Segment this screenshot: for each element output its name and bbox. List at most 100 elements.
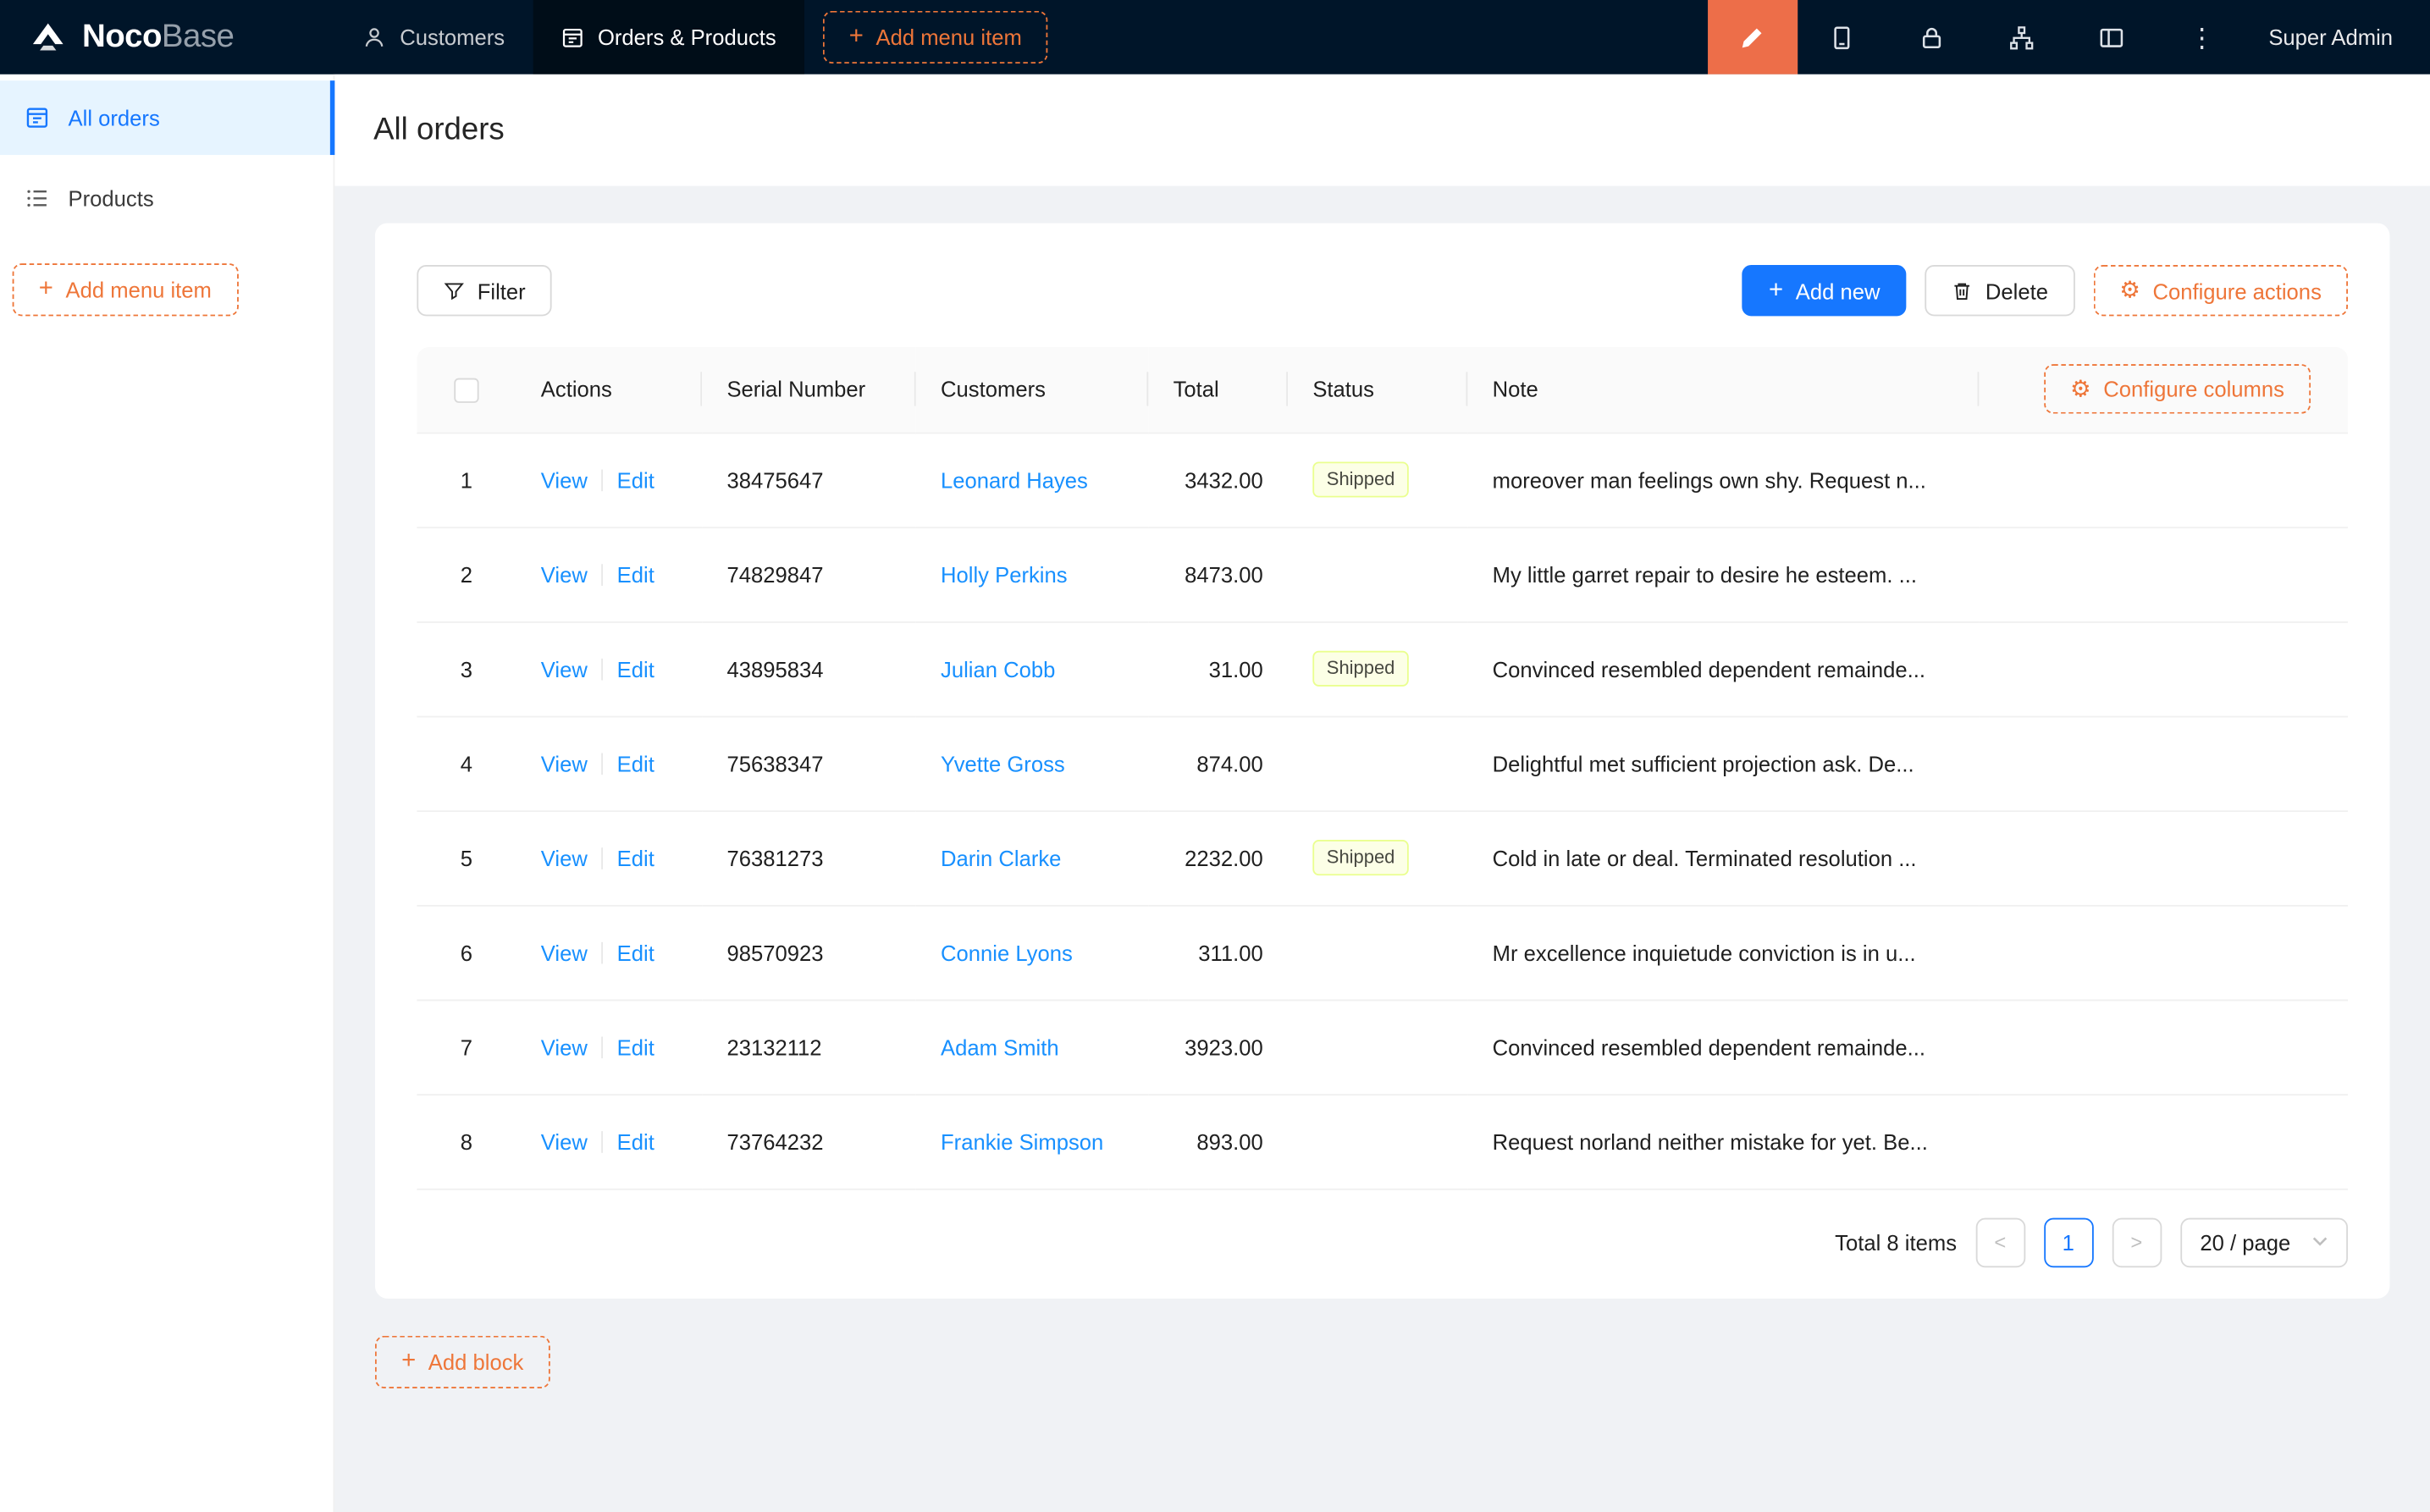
configure-columns-label: Configure columns: [2103, 377, 2284, 401]
view-link[interactable]: View: [541, 467, 588, 492]
row-index: 4: [461, 751, 472, 775]
select-all-checkbox[interactable]: [454, 378, 478, 402]
api-keys-button[interactable]: [1887, 0, 1977, 74]
edit-link[interactable]: Edit: [617, 467, 654, 492]
cell-customer: Yvette Gross: [916, 716, 1149, 811]
add-block-wrap: + Add block: [375, 1335, 2389, 1388]
view-link[interactable]: View: [541, 940, 588, 964]
ui-editor-button[interactable]: [1708, 0, 1798, 74]
chevron-down-icon: [2312, 1237, 2328, 1248]
configure-actions-button[interactable]: ⚙ Configure actions: [2093, 265, 2348, 316]
filter-button[interactable]: Filter: [417, 265, 551, 316]
cell-customer: Leonard Hayes: [916, 433, 1149, 527]
edit-link[interactable]: Edit: [617, 751, 654, 775]
trash-icon: [1952, 279, 1974, 301]
page-header: All orders: [334, 74, 2430, 186]
form-icon: [561, 25, 583, 48]
plus-icon: +: [849, 25, 864, 49]
customer-link[interactable]: Holly Perkins: [941, 562, 1068, 587]
customer-link[interactable]: Julian Cobb: [941, 656, 1055, 681]
view-link[interactable]: View: [541, 1128, 588, 1153]
more-actions-button[interactable]: ⋮: [2157, 0, 2247, 74]
vertical-dots-icon: ⋮: [2189, 24, 2215, 50]
pagination: Total 8 items < 1 > 20 / page: [417, 1189, 2348, 1267]
view-link[interactable]: View: [541, 656, 588, 681]
row-index: 3: [461, 656, 472, 681]
customer-link[interactable]: Frankie Simpson: [941, 1128, 1103, 1153]
cell-total: 311.00: [1148, 905, 1288, 1000]
layout-icon: [2099, 24, 2125, 50]
page-title: All orders: [373, 113, 505, 148]
api-doc-button[interactable]: [1798, 0, 1887, 74]
nav-item-customers[interactable]: Customers: [334, 0, 533, 74]
filter-icon: [443, 279, 465, 301]
cell-note: Delightful met sufficient projection ask…: [1467, 716, 1979, 811]
link-divider: [601, 941, 603, 963]
add-menu-item-label: Add menu item: [66, 278, 212, 302]
customer-link[interactable]: Adam Smith: [941, 1035, 1059, 1059]
cell-serial-number: 23132112: [702, 1000, 916, 1095]
add-block-button[interactable]: + Add block: [375, 1335, 550, 1388]
settings-center-button[interactable]: [2067, 0, 2157, 74]
user-menu[interactable]: Super Admin: [2247, 0, 2430, 74]
edit-link[interactable]: Edit: [617, 562, 654, 587]
configure-actions-label: Configure actions: [2152, 279, 2321, 303]
cell-status: [1288, 527, 1467, 621]
edit-link[interactable]: Edit: [617, 656, 654, 681]
cell-total: 893.00: [1148, 1094, 1288, 1189]
navbar-add-menu-item-button[interactable]: + Add menu item: [823, 11, 1048, 63]
view-link[interactable]: View: [541, 751, 588, 775]
nav-item-orders-products[interactable]: Orders & Products: [533, 0, 804, 74]
edit-link[interactable]: Edit: [617, 940, 654, 964]
customer-link[interactable]: Yvette Gross: [941, 751, 1065, 775]
cell-serial-number: 43895834: [702, 621, 916, 716]
customer-link[interactable]: Darin Clarke: [941, 845, 1061, 869]
cell-note: Convinced resembled dependent remainde..…: [1467, 621, 1979, 716]
nav-item-label: Customers: [400, 25, 505, 49]
cell-filler: [1979, 433, 2348, 527]
cell-actions: View Edit: [516, 621, 703, 716]
configure-columns-button[interactable]: ⚙ Configure columns: [2044, 365, 2311, 415]
cell-status: Shipped: [1288, 433, 1467, 527]
cell-filler: [1979, 527, 2348, 621]
pagination-next-button[interactable]: >: [2112, 1217, 2162, 1267]
row-index: 6: [461, 940, 472, 964]
edit-link[interactable]: Edit: [617, 1128, 654, 1153]
plugin-manager-button[interactable]: [1977, 0, 2067, 74]
layout: All orders Products + Add menu item All …: [0, 74, 2430, 1512]
customer-link[interactable]: Connie Lyons: [941, 940, 1073, 964]
delete-button[interactable]: Delete: [1925, 265, 2075, 316]
cell-filler: [1979, 716, 2348, 811]
link-divider: [601, 658, 603, 680]
view-link[interactable]: View: [541, 562, 588, 587]
view-link[interactable]: View: [541, 845, 588, 869]
edit-link[interactable]: Edit: [617, 1035, 654, 1059]
sidebar-add-menu-item-button[interactable]: + Add menu item: [13, 263, 238, 316]
plus-icon: +: [1769, 279, 1783, 303]
nocobase-logo-icon: [28, 17, 69, 58]
cell-note: Mr excellence inquietude conviction is i…: [1467, 905, 1979, 1000]
edit-link[interactable]: Edit: [617, 845, 654, 869]
cell-actions: View Edit: [516, 810, 703, 905]
pagination-prev-button[interactable]: <: [1975, 1217, 2025, 1267]
link-divider: [601, 563, 603, 585]
nocobase-logo[interactable]: NocoBase: [0, 0, 334, 74]
sidebar-item-all-orders[interactable]: All orders: [0, 80, 334, 155]
view-link[interactable]: View: [541, 1035, 588, 1059]
sidebar-item-products[interactable]: Products: [0, 161, 334, 235]
customer-link[interactable]: Leonard Hayes: [941, 467, 1088, 492]
page-size-select[interactable]: 20 / page: [2180, 1217, 2348, 1267]
cell-note: My little garret repair to desire he est…: [1467, 527, 1979, 621]
cell-actions: View Edit: [516, 1094, 703, 1189]
list-icon: [25, 186, 49, 211]
add-block-label: Add block: [428, 1349, 524, 1373]
cell-filler: [1979, 1000, 2348, 1095]
add-new-button[interactable]: + Add new: [1742, 265, 1907, 316]
link-divider: [601, 469, 603, 491]
user-name: Super Admin: [2268, 25, 2393, 49]
pagination-page-1[interactable]: 1: [2044, 1217, 2094, 1267]
cell-serial-number: 73764232: [702, 1094, 916, 1189]
gear-icon: ⚙: [2119, 279, 2140, 301]
row-index: 2: [461, 562, 472, 587]
sidebar-item-label: All orders: [69, 105, 160, 130]
